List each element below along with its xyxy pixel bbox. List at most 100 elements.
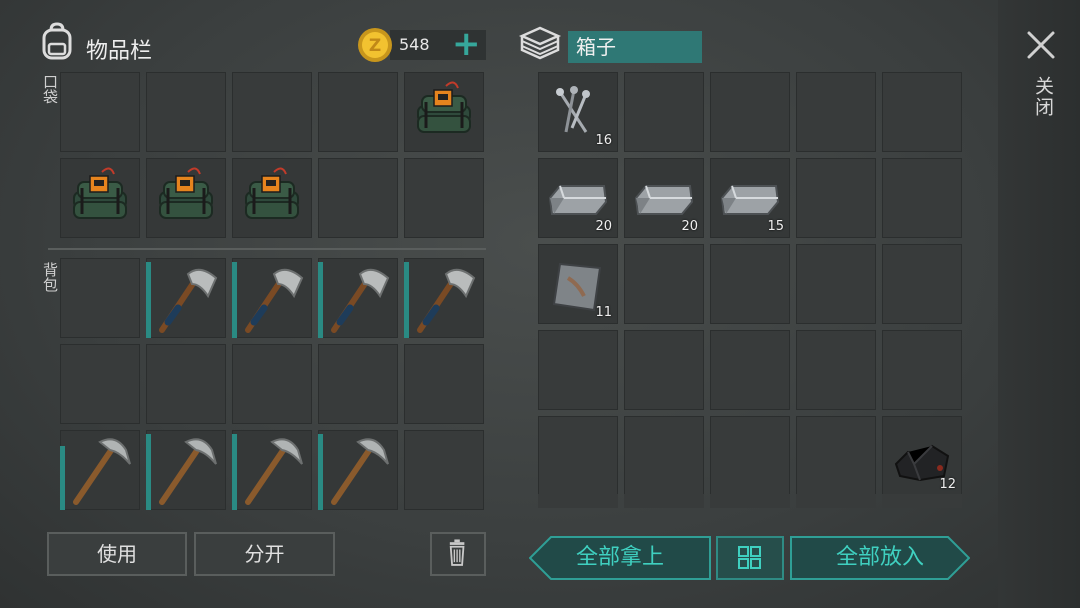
hatchet-icon bbox=[245, 268, 304, 333]
box-slots-slot[interactable] bbox=[796, 158, 876, 238]
durability-bar bbox=[232, 434, 237, 510]
item-quantity: 11 bbox=[595, 305, 612, 320]
pickaxe-icon bbox=[159, 438, 217, 505]
box-slots-slot[interactable] bbox=[710, 416, 790, 496]
box-slots-slot[interactable] bbox=[882, 158, 962, 238]
coins-value: 548 bbox=[399, 35, 430, 54]
inventory-backpack-slot[interactable] bbox=[318, 430, 398, 510]
trash-button[interactable] bbox=[430, 532, 486, 576]
inventory-backpack-slot[interactable] bbox=[60, 258, 140, 338]
inventory-backpack-slot[interactable] bbox=[146, 344, 226, 424]
inventory-title: 物品栏 bbox=[86, 39, 153, 64]
box-slots-slot[interactable] bbox=[796, 330, 876, 410]
box-slots-slot[interactable] bbox=[710, 244, 790, 324]
inventory-pockets-slot[interactable] bbox=[404, 72, 484, 152]
box-slots-slot[interactable]: 12 bbox=[882, 416, 962, 496]
put-all-button[interactable]: 全部放入 bbox=[790, 536, 970, 580]
box-slots-slot[interactable] bbox=[882, 330, 962, 410]
backpack-label: 背包 bbox=[41, 262, 59, 292]
grid-sort-icon bbox=[738, 546, 761, 569]
box-slots-slot[interactable] bbox=[624, 72, 704, 152]
inventory-pockets-slot[interactable] bbox=[146, 158, 226, 238]
box-slots-slot[interactable]: 15 bbox=[710, 158, 790, 238]
inventory-pockets-slot[interactable] bbox=[232, 158, 312, 238]
inventory-backpack-slot[interactable] bbox=[60, 430, 140, 510]
durability-bar bbox=[60, 446, 65, 510]
hatchet-icon bbox=[417, 268, 476, 333]
svg-text:Z: Z bbox=[369, 36, 381, 56]
box-slots-slot[interactable]: 11 bbox=[538, 244, 618, 324]
box-slots-slot[interactable] bbox=[538, 330, 618, 410]
inventory-pockets-slot[interactable] bbox=[60, 72, 140, 152]
inventory-backpack-slot[interactable] bbox=[404, 344, 484, 424]
inventory-backpack-slot[interactable] bbox=[146, 258, 226, 338]
use-button[interactable]: 使用 bbox=[47, 532, 187, 576]
box-slots-slot[interactable] bbox=[624, 330, 704, 410]
inventory-backpack-slot[interactable] bbox=[146, 430, 226, 510]
box-title: 箱子 bbox=[568, 31, 702, 63]
pickaxe-icon bbox=[331, 438, 389, 505]
durability-bar bbox=[146, 434, 151, 510]
inventory-backpack-slot[interactable] bbox=[232, 430, 312, 510]
close-icon[interactable] bbox=[1026, 30, 1056, 60]
hatchet-icon bbox=[159, 268, 218, 333]
backpack-icon bbox=[42, 22, 72, 60]
box-slots-slot[interactable] bbox=[796, 72, 876, 152]
box-slots-slot[interactable]: 20 bbox=[624, 158, 704, 238]
section-divider bbox=[48, 248, 486, 250]
c4-explosive-icon bbox=[245, 167, 299, 219]
box-grid: 16 20 20 15 11 12 bbox=[538, 72, 962, 496]
close-label[interactable]: 关闭 bbox=[1030, 76, 1054, 118]
box-slots-slot[interactable] bbox=[796, 416, 876, 496]
inventory-backpack-slot[interactable] bbox=[404, 258, 484, 338]
c4-explosive-icon bbox=[417, 81, 471, 133]
inventory-pockets-slot[interactable] bbox=[146, 72, 226, 152]
durability-bar bbox=[146, 262, 151, 338]
pickaxe-icon bbox=[245, 438, 303, 505]
item-quantity: 16 bbox=[595, 133, 612, 148]
box-slots-slot[interactable]: 20 bbox=[538, 158, 618, 238]
inventory-backpack-slot[interactable] bbox=[232, 258, 312, 338]
take-all-button[interactable]: 全部拿上 bbox=[529, 536, 711, 580]
box-slots-slot[interactable] bbox=[882, 72, 962, 152]
backpack-grid bbox=[60, 258, 484, 510]
coin-icon: Z bbox=[358, 28, 392, 62]
take-all-label: 全部拿上 bbox=[575, 545, 664, 570]
pockets-label: 口袋 bbox=[41, 74, 59, 104]
inventory-pockets-slot[interactable] bbox=[404, 158, 484, 238]
put-all-label: 全部放入 bbox=[835, 545, 924, 570]
inventory-backpack-slot[interactable] bbox=[232, 344, 312, 424]
sort-button[interactable] bbox=[716, 536, 784, 580]
inventory-pockets-slot[interactable] bbox=[60, 158, 140, 238]
box-slots-slot[interactable]: 16 bbox=[538, 72, 618, 152]
split-button[interactable]: 分开 bbox=[194, 532, 335, 576]
box-slots-slot[interactable] bbox=[538, 416, 618, 496]
item-quantity: 20 bbox=[681, 219, 698, 234]
item-quantity: 15 bbox=[767, 219, 784, 234]
box-slots-slot[interactable] bbox=[796, 244, 876, 324]
c4-explosive-icon bbox=[159, 167, 213, 219]
inventory-backpack-slot[interactable] bbox=[404, 430, 484, 510]
item-quantity: 12 bbox=[939, 477, 956, 492]
inventory-pockets-slot[interactable] bbox=[232, 72, 312, 152]
inventory-backpack-slot[interactable] bbox=[60, 344, 140, 424]
pickaxe-icon bbox=[73, 438, 131, 505]
storage-box-icon bbox=[518, 26, 562, 60]
box-slots-slot[interactable] bbox=[624, 416, 704, 496]
box-slots-slot[interactable] bbox=[624, 244, 704, 324]
durability-bar bbox=[404, 262, 409, 338]
item-quantity: 20 bbox=[595, 219, 612, 234]
box-grid-overflow bbox=[538, 494, 962, 508]
trash-icon bbox=[449, 539, 465, 566]
box-slots-slot[interactable] bbox=[882, 244, 962, 324]
add-coins-button[interactable]: + bbox=[452, 27, 481, 61]
inventory-backpack-slot[interactable] bbox=[318, 344, 398, 424]
box-slots-slot[interactable] bbox=[710, 330, 790, 410]
durability-bar bbox=[232, 262, 237, 338]
inventory-backpack-slot[interactable] bbox=[318, 258, 398, 338]
box-slots-slot[interactable] bbox=[710, 72, 790, 152]
inventory-pockets-slot[interactable] bbox=[318, 72, 398, 152]
durability-bar bbox=[318, 434, 323, 510]
pockets-grid bbox=[60, 72, 484, 238]
inventory-pockets-slot[interactable] bbox=[318, 158, 398, 238]
